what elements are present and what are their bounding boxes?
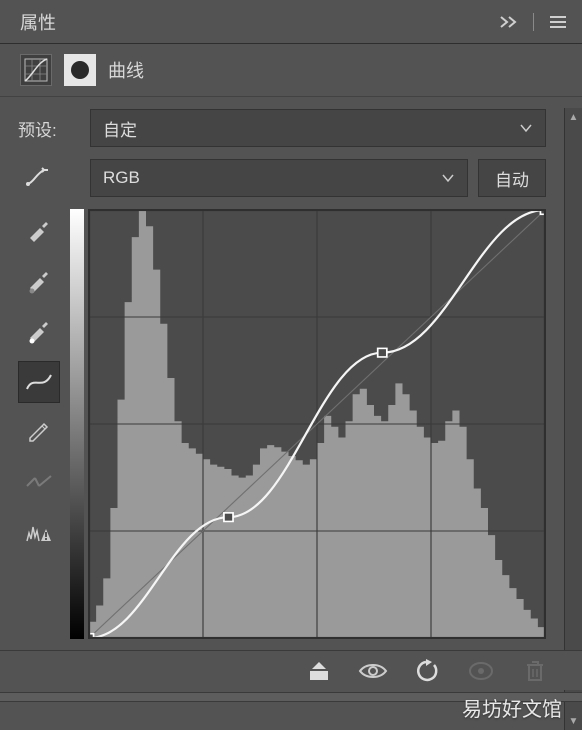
curves-adjustment-icon[interactable] (20, 54, 52, 86)
vertical-scrollbar[interactable]: ▲ ▼ (564, 108, 582, 730)
preset-value: 自定 (103, 116, 137, 141)
auto-button-label: 自动 (495, 166, 529, 191)
watermark-text: 易坊好文馆 (462, 693, 562, 722)
clip-warning-tool[interactable] (18, 511, 60, 553)
smooth-tool[interactable] (18, 461, 60, 503)
panel-title: 属性 (20, 9, 497, 35)
scroll-up-arrow[interactable]: ▲ (569, 108, 579, 126)
curves-graph[interactable] (88, 209, 546, 639)
channel-value: RGB (103, 168, 140, 188)
toggle-visibility-icon[interactable] (356, 656, 390, 686)
chevron-down-icon (441, 173, 455, 183)
eyedropper-gray-tool[interactable] (18, 261, 60, 303)
separator (533, 13, 534, 31)
on-image-adjust-icon[interactable] (18, 166, 80, 190)
preset-select[interactable]: 自定 (90, 109, 546, 147)
mask-dot-icon (71, 61, 89, 79)
scroll-down-arrow[interactable]: ▼ (569, 712, 579, 730)
auto-button[interactable]: 自动 (478, 159, 546, 197)
panel-controls (497, 10, 570, 34)
collapse-icon[interactable] (497, 10, 521, 34)
curve-point-tool[interactable] (18, 361, 60, 403)
clip-to-layer-icon[interactable] (302, 656, 336, 686)
reset-icon[interactable] (410, 656, 444, 686)
eyedropper-white-tool[interactable] (18, 311, 60, 353)
chevron-down-icon (519, 123, 533, 133)
pencil-tool[interactable] (18, 411, 60, 453)
adjustment-title: 曲线 (108, 57, 144, 83)
eyedropper-black-tool[interactable] (18, 211, 60, 253)
preset-label: 预设: (18, 116, 80, 141)
layer-mask-thumb[interactable] (64, 54, 96, 86)
panel-menu-icon[interactable] (546, 10, 570, 34)
previous-state-icon[interactable] (464, 656, 498, 686)
delete-icon[interactable] (518, 656, 552, 686)
output-gradient (70, 209, 84, 639)
channel-select[interactable]: RGB (90, 159, 468, 197)
